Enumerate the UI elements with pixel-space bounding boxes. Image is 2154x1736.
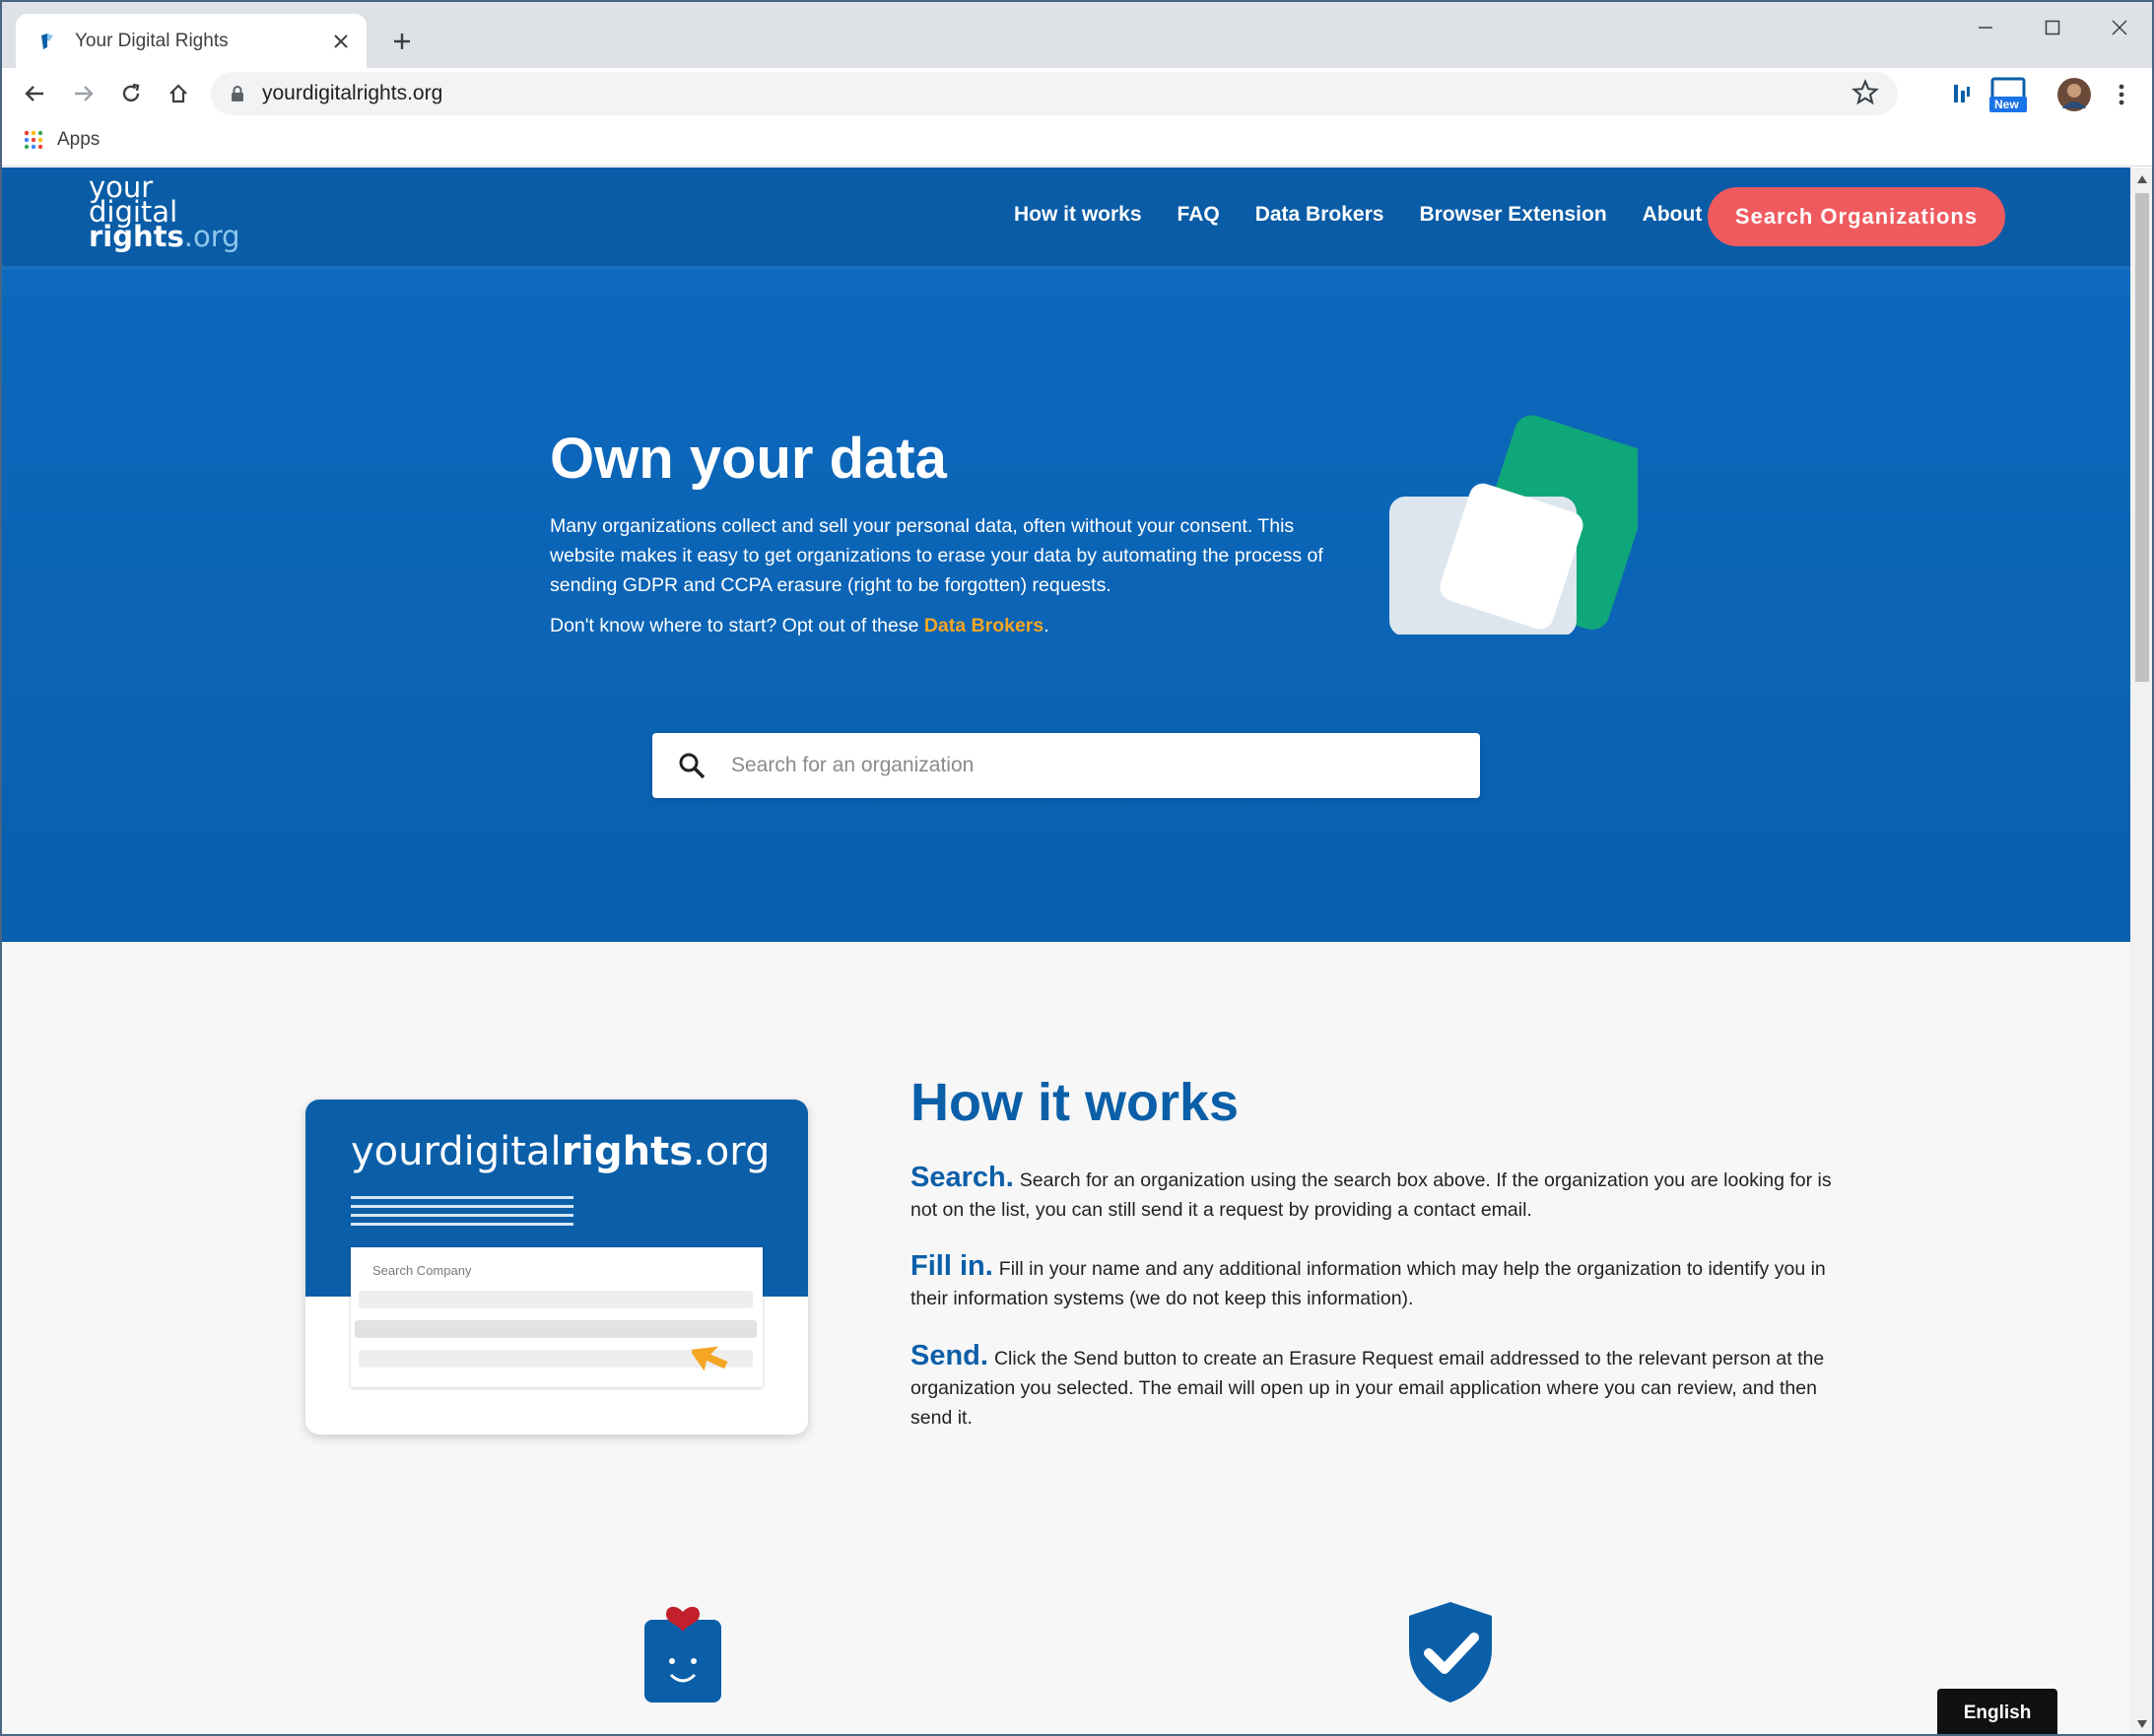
nav-faq[interactable]: FAQ: [1178, 203, 1220, 227]
page-viewport: your digital rights.org How it works FAQ…: [2, 167, 2130, 1734]
data-brokers-link[interactable]: Data Brokers: [924, 615, 1043, 636]
back-icon[interactable]: [16, 75, 53, 112]
step-search-text: Search for an organization using the sea…: [910, 1169, 1832, 1221]
organization-search-box[interactable]: [652, 733, 1480, 798]
nav-data-brokers[interactable]: Data Brokers: [1255, 203, 1384, 227]
cursor-arrow-icon: [692, 1346, 728, 1371]
step-send-heading: Send.: [910, 1340, 988, 1371]
avatar[interactable]: [2055, 76, 2093, 113]
site-logo[interactable]: your digital rights.org: [89, 173, 240, 251]
apps-shortcut[interactable]: Apps: [24, 129, 100, 151]
page-scrollbar[interactable]: [2130, 167, 2152, 1734]
nav-how-it-works[interactable]: How it works: [1014, 203, 1142, 227]
lock-icon: [232, 86, 243, 101]
forward-icon[interactable]: [65, 75, 102, 112]
tab-close-icon[interactable]: [323, 24, 359, 59]
step-search: Search. Search for an organization using …: [910, 1163, 1837, 1225]
hero-cards-illustration: [1389, 415, 1638, 634]
url-text: yourdigitalrights.org: [262, 82, 443, 104]
hero-prompt-period: .: [1043, 615, 1049, 636]
browser-menu-icon[interactable]: [2103, 76, 2140, 113]
illustration-search-label: Search Company: [372, 1263, 472, 1278]
happy-card-heart-icon: [644, 1606, 721, 1703]
step-fill-in-text: Fill in your name and any additional inf…: [910, 1258, 1826, 1309]
extension-badge: New: [1994, 98, 2019, 111]
favicon-icon: [41, 33, 53, 49]
illustration-brand: yourdigitalrights.org: [351, 1129, 771, 1174]
main-nav: How it works FAQ Data Brokers Browser Ex…: [1014, 203, 1737, 227]
bookmarks-bar: Apps: [2, 119, 2152, 167]
hero-description: Many organizations collect and sell your…: [550, 515, 1323, 596]
logo-suffix: .org: [183, 220, 240, 253]
how-it-works-title: How it works: [910, 1073, 1240, 1132]
hero-prompt-text: Don't know where to start? Opt out of th…: [550, 615, 924, 636]
search-organizations-button[interactable]: Search Organizations: [1708, 187, 2005, 246]
browser-tab[interactable]: Your Digital Rights: [16, 14, 367, 68]
reload-icon[interactable]: [112, 75, 150, 112]
minimize-icon[interactable]: [1953, 8, 2018, 47]
how-it-works-illustration: yourdigitalrights.org Search Company: [305, 1100, 808, 1435]
address-bar[interactable]: yourdigitalrights.org: [211, 72, 1898, 115]
hero-title: Own your data: [550, 427, 947, 491]
browser-window: Your Digital Rights yourdigitalrights.or…: [0, 0, 2154, 1736]
home-icon[interactable]: [160, 75, 197, 112]
language-selector[interactable]: English: [1937, 1689, 2057, 1734]
extension-new-icon[interactable]: New: [1988, 76, 2028, 113]
shield-check-icon: [1409, 1602, 1492, 1703]
scroll-down-icon[interactable]: [2136, 1718, 2148, 1730]
step-search-heading: Search.: [910, 1162, 1014, 1193]
step-send-text: Click the Send button to create an Erasu…: [910, 1348, 1825, 1429]
step-fill-in-heading: Fill in.: [910, 1250, 993, 1282]
illustration-search-panel: Search Company: [351, 1247, 763, 1387]
organization-search-input[interactable]: [731, 754, 1421, 777]
bookmark-star-icon[interactable]: [1851, 78, 1880, 107]
illustration-text-lines: [351, 1196, 573, 1232]
search-icon: [679, 753, 706, 779]
tab-strip: Your Digital Rights: [2, 2, 2152, 68]
illustration-row: [359, 1291, 753, 1308]
logo-line-rights: rights: [89, 220, 184, 253]
maximize-icon[interactable]: [2020, 8, 2085, 47]
scroll-up-icon[interactable]: [2136, 173, 2148, 185]
apps-grid-icon: [24, 130, 43, 150]
apps-label: Apps: [57, 129, 101, 150]
hero-prompt: Don't know where to start? Opt out of th…: [550, 615, 1049, 637]
step-fill-in: Fill in. Fill in your name and any additi…: [910, 1251, 1837, 1313]
extension-chart-icon[interactable]: [1943, 76, 1981, 113]
hero-section: Own your data Many organizations collect…: [2, 270, 2130, 942]
tab-title: Your Digital Rights: [75, 30, 229, 51]
nav-browser-extension[interactable]: Browser Extension: [1419, 203, 1606, 227]
browser-toolbar: yourdigitalrights.org New: [2, 68, 2152, 119]
nav-about[interactable]: About: [1643, 203, 1703, 227]
scrollbar-thumb[interactable]: [2135, 193, 2149, 682]
step-send: Send. Click the Send button to create an …: [910, 1341, 1837, 1433]
new-tab-icon[interactable]: [382, 22, 422, 61]
site-header: your digital rights.org How it works FAQ…: [2, 167, 2130, 270]
close-window-icon[interactable]: [2087, 8, 2152, 47]
